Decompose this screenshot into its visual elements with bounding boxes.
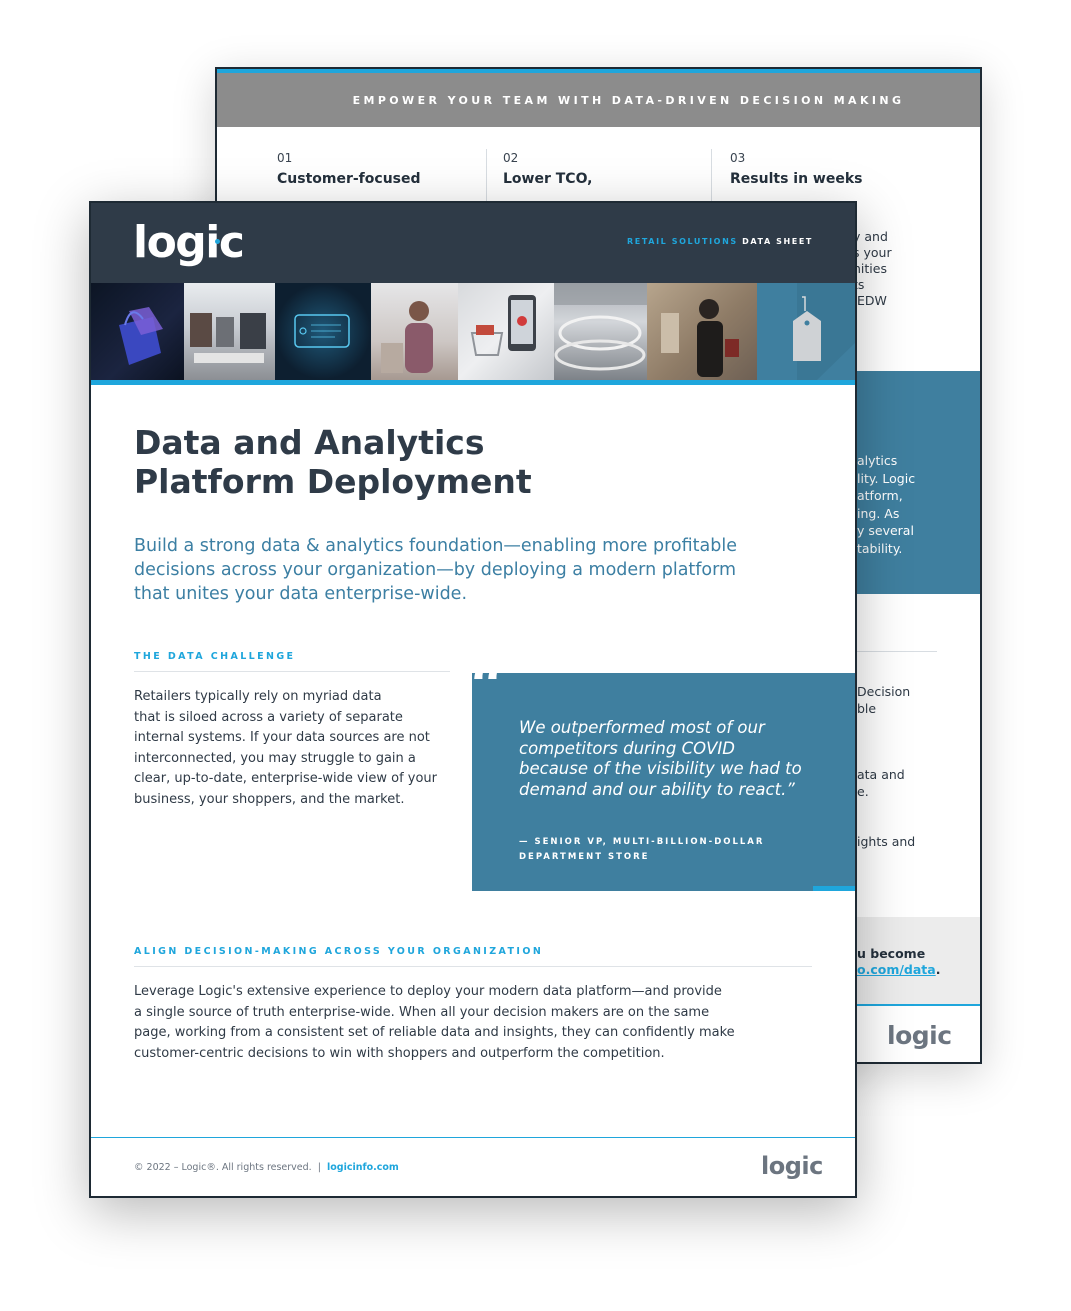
- back-cta-link-line: o.com/data.: [857, 962, 940, 977]
- shopper-figure-icon: [381, 301, 433, 373]
- back-column-title: Results in weeks: [730, 171, 863, 187]
- body-line: customer-centric decisions to win with s…: [134, 1045, 665, 1061]
- page-subtitle: Build a strong data & analytics foundati…: [134, 534, 774, 606]
- logic-logo: logic: [133, 217, 245, 268]
- photo-price-tag: [757, 283, 855, 380]
- clothing-rack-icon: [190, 313, 266, 363]
- back-panel-text: y several: [857, 523, 914, 538]
- tag-rest: DATA SHEET: [742, 237, 813, 246]
- photo-strip: [91, 283, 855, 380]
- digital-tag-icon: [294, 314, 350, 348]
- back-column-title: Customer-focused: [277, 171, 421, 187]
- back-text-fragment: nities: [853, 261, 887, 276]
- back-text-fragment: ata and: [857, 767, 905, 782]
- back-text-fragment: Decision: [857, 684, 911, 699]
- back-panel-text: ing. As: [857, 506, 900, 521]
- section-rule: [134, 966, 812, 967]
- body-line: interconnected, you may struggle to gain…: [134, 750, 416, 766]
- data-challenge-body: Retailers typically rely on myriad data …: [134, 687, 437, 810]
- logo-accent-dot: [215, 239, 220, 244]
- quote-mark-icon: “: [470, 649, 506, 722]
- photo-woman-shopping: [647, 283, 757, 380]
- photo-shopping-bag: [91, 283, 184, 380]
- title-line: Platform Deployment: [134, 462, 532, 501]
- subtitle-line: that unites your data enterprise-wide.: [134, 584, 468, 604]
- back-column-divider: [486, 149, 487, 201]
- price-tag-icon: [793, 283, 855, 380]
- footer-text: © 2022 – Logic®. All rights reserved. | …: [134, 1162, 399, 1173]
- back-text-fragment: EDW: [853, 293, 887, 308]
- back-cta-text: u become: [857, 946, 926, 961]
- attribution-line: DEPARTMENT STORE: [519, 852, 650, 862]
- photo-shopper-phone: [371, 283, 458, 380]
- back-text-fragment: y and: [853, 229, 888, 244]
- mall-interior-icon: [554, 283, 647, 371]
- back-panel-text: tability.: [857, 541, 903, 556]
- back-column-1: 01 Customer-focused: [277, 151, 477, 187]
- photo-clothing-store: [184, 283, 275, 380]
- shopping-bag-icon: [119, 307, 163, 365]
- smartphone-cart-icon: [470, 295, 536, 356]
- photo-digital-tag: [275, 283, 371, 380]
- woman-figure-icon: [661, 299, 739, 377]
- photo-cart-smartphone: [458, 283, 554, 380]
- front-header: logic RETAIL SOLUTIONS DATA SHEET: [91, 203, 855, 283]
- back-logo: logic: [887, 1021, 952, 1050]
- attribution-line: — SENIOR VP, MULTI-BILLION-DOLLAR: [519, 837, 765, 847]
- back-column-title: Lower TCO,: [503, 171, 593, 187]
- body-line: business, your shoppers, and the market.: [134, 791, 405, 807]
- back-column-2: 02 Lower TCO,: [503, 151, 703, 187]
- tag-highlight: RETAIL SOLUTIONS: [627, 237, 738, 246]
- page-title: Data and Analytics Platform Deployment: [134, 423, 734, 501]
- footer-copyright: © 2022 – Logic®. All rights reserved. |: [134, 1162, 327, 1173]
- section-label-data-challenge: THE DATA CHALLENGE: [134, 651, 296, 662]
- back-divider-rule: [853, 651, 937, 652]
- document-tag: RETAIL SOLUTIONS DATA SHEET: [627, 237, 813, 246]
- quote-line: because of the visibility we had to: [519, 759, 802, 778]
- back-panel-text: lity. Logic: [857, 471, 916, 486]
- back-column-number: 03: [730, 151, 746, 165]
- quote-line: competitors during COVID: [519, 738, 735, 758]
- section-label-align-decision: ALIGN DECISION-MAKING ACROSS YOUR ORGANI…: [134, 946, 544, 957]
- back-cta-period: .: [935, 962, 941, 977]
- body-line: Leverage Logic's extensive experience to…: [134, 984, 722, 999]
- quote-line: demand and our ability to react.”: [519, 779, 795, 799]
- body-line: a single source of truth enterprise-wide…: [134, 1004, 710, 1020]
- quote-attribution: — SENIOR VP, MULTI-BILLION-DOLLAR DEPART…: [519, 835, 764, 865]
- back-column-divider: [711, 149, 712, 201]
- back-text-fragment: s your: [853, 245, 892, 260]
- back-panel-text: alytics: [857, 453, 898, 468]
- back-cta-accent: [853, 1004, 980, 1006]
- back-column-3: 03 Results in weeks: [730, 151, 930, 187]
- align-decision-body: Leverage Logic's extensive experience to…: [134, 982, 735, 1064]
- footer-website-link[interactable]: logicinfo.com: [327, 1162, 399, 1173]
- quote-accent: [813, 886, 855, 891]
- title-line: Data and Analytics: [134, 423, 485, 462]
- quote-text: We outperformed most of our competitors …: [519, 718, 839, 800]
- body-line: page, working from a consistent set of r…: [134, 1025, 735, 1040]
- photo-shopping-mall: [554, 283, 647, 380]
- quote-line: We outperformed most of our: [519, 718, 765, 737]
- back-column-number: 02: [503, 151, 519, 165]
- body-line: internal systems. If your data sources a…: [134, 730, 430, 745]
- body-line: that is siloed across a variety of separ…: [134, 709, 403, 725]
- back-text-fragment: ble: [857, 701, 877, 716]
- back-panel-text: atform,: [857, 488, 903, 503]
- back-text-fragment: e.: [857, 784, 869, 799]
- section-rule: [134, 671, 450, 672]
- back-cta-link[interactable]: o.com/data: [857, 962, 936, 977]
- body-line: Retailers typically rely on myriad data: [134, 689, 382, 704]
- subtitle-line: decisions across your organization—by de…: [134, 560, 737, 580]
- footer-rule: [91, 1137, 855, 1138]
- footer-logo: logic: [761, 1152, 823, 1180]
- body-line: clear, up-to-date, enterprise-wide view …: [134, 771, 438, 786]
- back-text-fragment: ights and: [857, 834, 916, 849]
- front-page: logic RETAIL SOLUTIONS DATA SHEET Data a…: [89, 201, 857, 1198]
- subtitle-line: Build a strong data & analytics foundati…: [134, 536, 737, 556]
- back-column-number: 01: [277, 151, 293, 165]
- back-banner: EMPOWER YOUR TEAM WITH DATA-DRIVEN DECIS…: [217, 73, 980, 127]
- photo-strip-accent: [91, 380, 855, 385]
